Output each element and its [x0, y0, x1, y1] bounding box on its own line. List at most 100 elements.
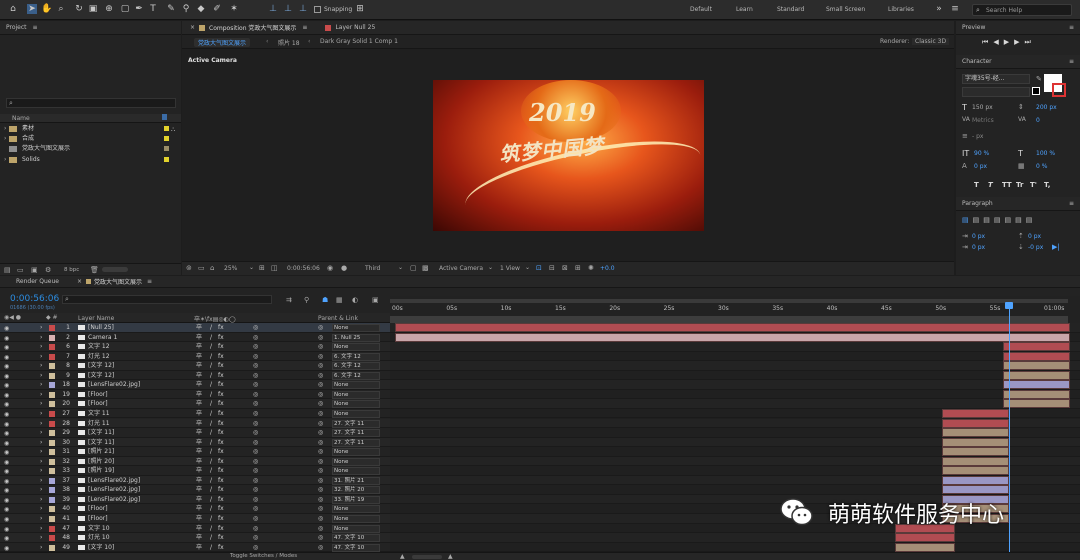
effects-switch-icon[interactable]: fx [218, 419, 224, 428]
3d-layer-icon[interactable]: ◎ [253, 476, 258, 485]
rectangle-tool-icon[interactable]: ▢ [120, 4, 130, 14]
column-name[interactable]: Name [12, 115, 30, 122]
pick-whip-icon[interactable]: ◎ [318, 333, 323, 342]
clone-stamp-icon[interactable]: ⚲ [181, 4, 191, 14]
leading-value[interactable]: 200 px [1036, 104, 1057, 111]
layer-duration-bar[interactable] [1002, 389, 1070, 399]
parent-dropdown[interactable]: None [332, 409, 380, 418]
eraser-tool-icon[interactable]: ◆ [196, 4, 206, 14]
layer-label-color[interactable] [49, 353, 55, 360]
first-frame-icon[interactable]: ⏮ [982, 38, 993, 46]
type-tool-icon[interactable]: T [148, 4, 158, 14]
renderer-value[interactable]: Classic 3D [912, 38, 950, 45]
quality-switch-icon[interactable]: / [210, 352, 212, 361]
faux-italic-button[interactable]: T [988, 181, 1002, 189]
tsume-value[interactable]: 0 % [1036, 163, 1047, 170]
3d-layer-icon[interactable]: ◎ [253, 390, 258, 399]
3d-layer-icon[interactable]: ◎ [253, 409, 258, 418]
layer-duration-bar[interactable] [941, 418, 1010, 428]
shy-switch-icon[interactable]: 卒 [196, 447, 202, 456]
shy-switch-icon[interactable]: 卒 [196, 323, 202, 332]
layer-duration-bar[interactable] [1002, 351, 1070, 361]
view-layout-dropdown[interactable]: 1 View [500, 265, 520, 272]
delete-icon[interactable]: 🗑 [90, 266, 99, 274]
quality-switch-icon[interactable]: / [210, 380, 212, 389]
layer-label-color[interactable] [49, 382, 55, 389]
parent-dropdown[interactable]: None [332, 505, 380, 514]
layer-row[interactable]: ◉ › 32 [照片 20] 卒 / fx ◎ ◎ None [0, 456, 390, 467]
draft-3d-icon[interactable]: ⚲ [304, 296, 309, 304]
snapping-checkbox[interactable] [314, 6, 321, 13]
selection-tool-icon[interactable]: ➤ [27, 4, 37, 14]
pick-whip-icon[interactable]: ◎ [318, 419, 323, 428]
space-before-value[interactable]: 0 px [1028, 233, 1041, 240]
layer-name[interactable]: [Floor] [88, 504, 188, 513]
parent-dropdown[interactable]: None [332, 448, 380, 457]
quality-switch-icon[interactable]: / [210, 524, 212, 533]
parent-dropdown[interactable]: 47. 文字 10 [332, 543, 380, 552]
thumbnail-slider[interactable] [102, 267, 128, 272]
project-item-folder[interactable]: › Solids [0, 155, 181, 164]
expand-arrow-icon[interactable]: › [40, 485, 42, 494]
quality-switch-icon[interactable]: / [210, 342, 212, 351]
layer-name[interactable]: [Null 25] [88, 323, 188, 332]
layer-row[interactable]: ◉ › 41 [Floor] 卒 / fx ◎ ◎ None [0, 514, 390, 524]
quality-switch-icon[interactable]: / [210, 466, 212, 475]
parent-dropdown[interactable]: None [332, 343, 380, 352]
effects-switch-icon[interactable]: fx [218, 543, 224, 552]
tracking-metrics[interactable]: Metrics [972, 117, 994, 124]
layer-row[interactable]: ◉ › 28 灯光 11 卒 / fx ◎ ◎ 27. 文字 11 [0, 418, 390, 429]
layer-name[interactable]: 灯光 10 [88, 533, 188, 542]
layer-name[interactable]: Camera 1 [88, 333, 188, 342]
parent-dropdown[interactable]: None [332, 467, 380, 476]
exposure-value[interactable]: +0.0 [600, 265, 615, 272]
zoom-tool-icon[interactable]: ⌕ [56, 4, 66, 14]
rotate-tool-icon[interactable]: ↻ [74, 4, 84, 14]
3d-layer-icon[interactable]: ◎ [253, 380, 258, 389]
expand-arrow-icon[interactable]: › [40, 333, 42, 342]
layer-row[interactable]: ◉ › 49 [文字 10] 卒 / fx ◎ ◎ 47. 文字 10 [0, 542, 390, 552]
new-folder-icon[interactable]: ▭ [17, 266, 24, 274]
layer-label-color[interactable] [49, 516, 55, 522]
pick-whip-icon[interactable]: ◎ [318, 352, 323, 361]
subscript-button[interactable]: T, [1044, 181, 1058, 189]
render-queue-tab[interactable]: Render Queue [16, 278, 59, 285]
expand-arrow-icon[interactable]: › [40, 323, 42, 332]
pick-whip-icon[interactable]: ◎ [318, 485, 323, 494]
layer-label-color[interactable] [49, 468, 55, 475]
pick-whip-icon[interactable]: ◎ [318, 447, 323, 456]
effects-switch-icon[interactable]: fx [218, 495, 224, 504]
composition-tab[interactable]: Composition 党政大气图文展示 [209, 23, 296, 32]
parent-dropdown[interactable]: 27. 文字 11 [332, 429, 380, 438]
stroke-color-swatch[interactable] [1052, 83, 1066, 97]
parent-dropdown[interactable]: 33. 照片 19 [332, 495, 380, 504]
expand-arrow-icon[interactable]: › [40, 390, 42, 399]
flowchart-icon[interactable]: ⊟ [549, 264, 555, 272]
all-caps-button[interactable]: TT [1002, 181, 1016, 189]
layer-label-color[interactable] [49, 496, 55, 503]
expand-arrow-icon[interactable]: › [40, 543, 42, 552]
layer-duration-bar[interactable] [395, 323, 1070, 332]
project-item-folder[interactable]: › 素材 ⛬ [0, 124, 181, 133]
quality-switch-icon[interactable]: / [210, 495, 212, 504]
effects-switch-icon[interactable]: fx [218, 438, 224, 447]
expand-arrow-icon[interactable]: › [40, 514, 42, 523]
timeline-comp-tab[interactable]: 党政大气图文展示 [94, 277, 142, 286]
last-frame-icon[interactable]: ⏭ [1024, 38, 1035, 46]
shy-switch-icon[interactable]: 卒 [196, 361, 202, 370]
quality-switch-icon[interactable]: / [210, 543, 212, 552]
shy-switch-icon[interactable]: 卒 [196, 514, 202, 523]
font-family-dropdown[interactable]: 字魂35号-经... [962, 74, 1030, 84]
pick-whip-icon[interactable]: ◎ [318, 504, 323, 513]
3d-layer-icon[interactable]: ◎ [253, 342, 258, 351]
toggle-switches-modes[interactable]: Toggle Switches / Modes [230, 553, 297, 559]
effects-switch-icon[interactable]: fx [218, 409, 224, 418]
layer-duration-bar[interactable] [941, 447, 1010, 457]
eyedropper-icon[interactable]: ✎ [1036, 75, 1042, 83]
expand-arrow-icon[interactable]: › [40, 399, 42, 408]
graph-editor-icon[interactable]: ▣ [372, 296, 379, 304]
workspace-learn[interactable]: Learn [736, 6, 753, 13]
pick-whip-icon[interactable]: ◎ [318, 514, 323, 523]
layer-row[interactable]: ◉ › 9 [文字 12] 卒 / fx ◎ ◎ 6. 文字 12 [0, 370, 390, 381]
layer-name[interactable]: [LensFlare02.jpg] [88, 380, 188, 389]
